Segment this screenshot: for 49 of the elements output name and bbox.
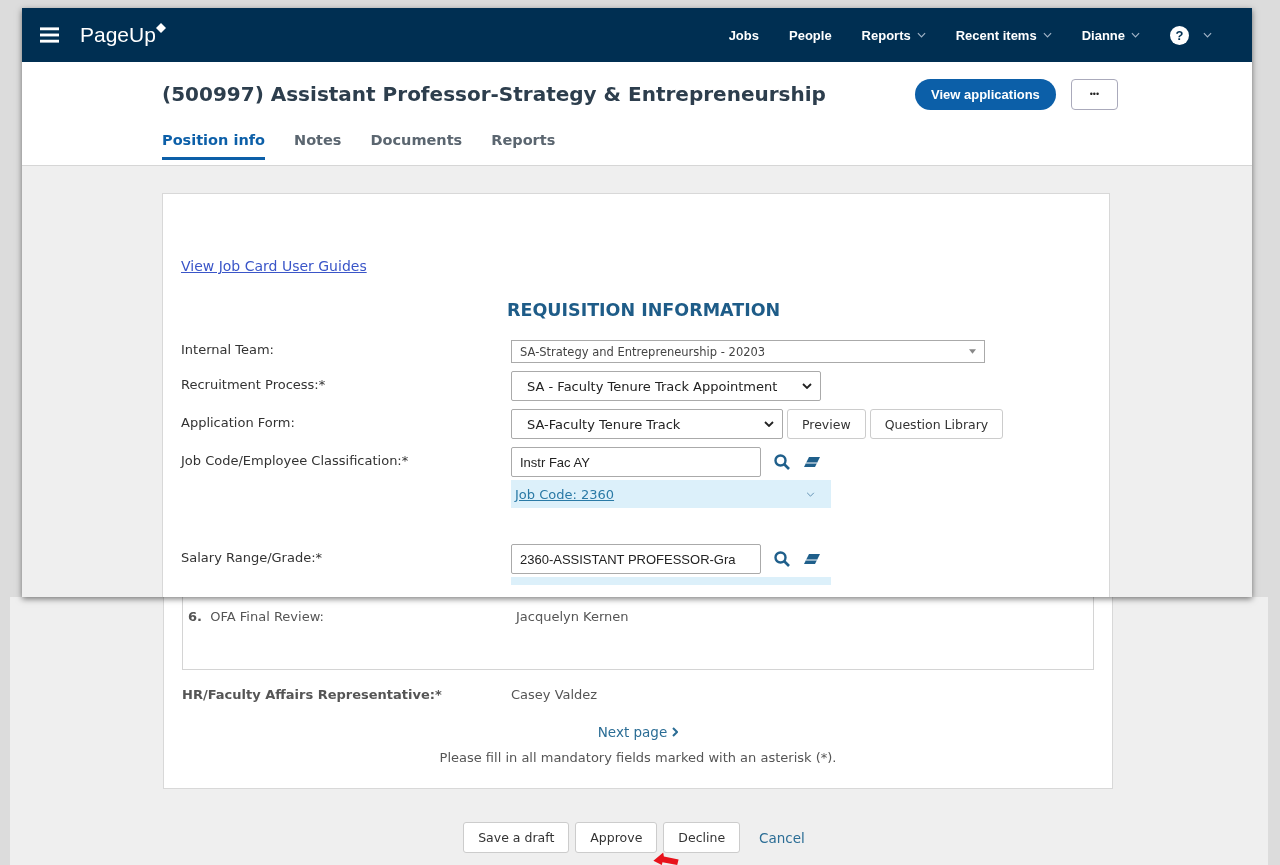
select-field[interactable]: SA - Faculty Tenure Track Appointment [511,371,821,401]
search-icon[interactable] [773,551,791,567]
approver-name: Jacquelyn Kernen [516,609,629,624]
diamond-icon [155,23,166,33]
field-label: Recruitment Process:* [181,376,327,394]
mandatory-note: Please fill in all mandatory fields marked with an asterisk (*). [438,750,838,765]
action-button[interactable]: Save a draft [463,822,570,853]
job-code-link[interactable]: Job Code: 2360 [515,486,615,502]
tab[interactable]: Reports [491,126,556,157]
chevron-icon[interactable] [802,383,812,389]
logo[interactable]: PageUp [80,23,156,47]
search-icon[interactable] [773,454,791,470]
chevron-icon[interactable] [764,421,774,427]
field-label: Application Form: [181,414,296,432]
tab[interactable]: Documents [370,126,463,157]
view-applications-button[interactable]: View applications [915,78,1056,110]
cancel-link[interactable]: Cancel [759,829,805,846]
eraser-icon[interactable] [803,551,821,567]
eraser-icon[interactable] [803,454,821,470]
tab[interactable]: Notes [294,126,342,157]
form-button[interactable]: Preview [787,409,866,439]
dropdown-field[interactable]: SA-Strategy and Entrepreneurship - 20203 [511,340,985,363]
field-label: HR/Faculty Affairs Representative:* [182,687,443,702]
chevron-right-icon[interactable] [672,727,679,737]
more-button[interactable]: ••• [1070,78,1118,110]
action-button[interactable]: Decline [663,822,741,853]
action-button[interactable]: Approve [575,822,658,853]
tab[interactable]: Position info [162,126,265,160]
nav-link[interactable]: Recent items [955,27,1052,43]
section-title: REQUISITION INFORMATION [507,300,782,320]
nav-link[interactable]: Reports [861,27,926,43]
next-page-link[interactable]: Next page [597,724,668,740]
help-button[interactable]: ? [1170,25,1189,45]
page-title: (500997) Assistant Professor-Strategy & Entrepreneurship [162,82,827,106]
nav-link[interactable]: Jobs [728,27,759,43]
select-field[interactable]: SA-Faculty Tenure Track [511,409,783,439]
user-guides-link[interactable]: View Job Card User Guides [181,258,367,274]
field-label: Salary Range/Grade:* [181,549,324,567]
field-label: Job Code/Employee Classification:* [181,452,410,470]
field-value: Casey Valdez [511,687,598,702]
approval-step: 6. OFA Final Review: [188,609,516,624]
input-field[interactable]: 2360-ASSISTANT PROFESSOR-Gra [511,544,761,574]
menu-icon[interactable] [40,27,59,43]
nav-link[interactable]: Dianne [1081,27,1140,43]
nav-link[interactable]: People [789,27,832,43]
form-button[interactable]: Question Library [869,409,1004,439]
dropdown-arrow-icon[interactable] [969,349,976,354]
input-field[interactable]: Instr Fac AY [511,447,761,477]
field-label: Internal Team: [181,341,275,359]
